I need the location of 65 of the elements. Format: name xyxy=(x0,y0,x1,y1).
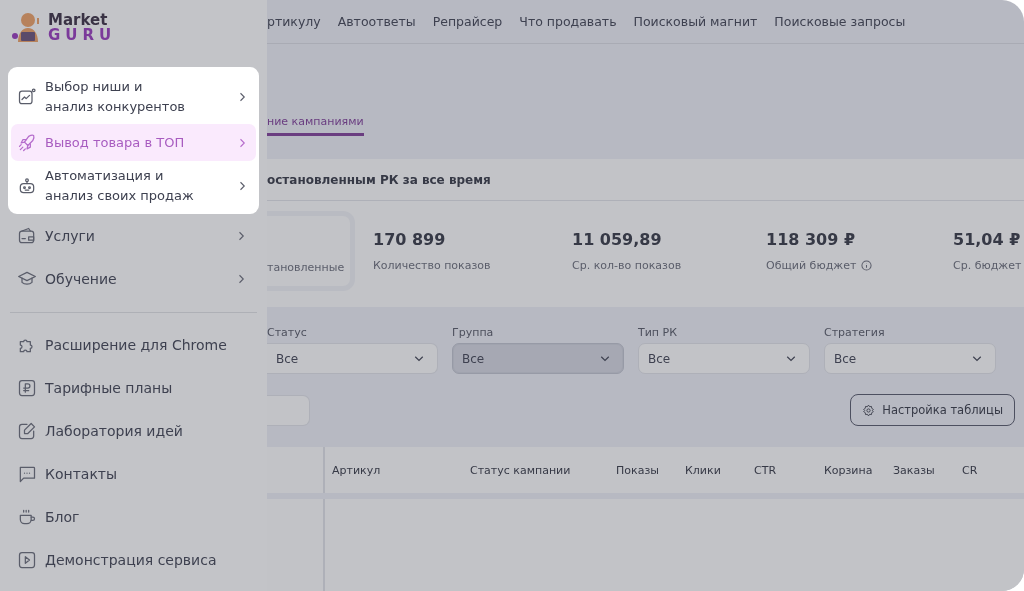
menu-item[interactable]: Вывод товара в ТОП xyxy=(11,124,256,161)
chevron-down-icon xyxy=(413,354,425,363)
chevron-right-icon xyxy=(238,136,246,149)
dropdown[interactable]: Все xyxy=(452,343,624,374)
sidebar-item[interactable]: Лаборатория идей xyxy=(8,409,259,452)
info-icon xyxy=(861,260,873,271)
chevron-right-icon xyxy=(238,91,246,103)
robot-icon xyxy=(17,176,37,196)
nav-link[interactable]: Поисковый магнит xyxy=(633,14,758,29)
dropdown[interactable]: Все xyxy=(824,343,996,374)
column-header: CR xyxy=(961,463,979,477)
tab[interactable]: ние кампаниями xyxy=(267,115,364,136)
stat-value: 118 309 ₽ xyxy=(766,230,857,249)
stat-label: Общий бюджет xyxy=(766,259,857,272)
sidebar-item[interactable]: Блог xyxy=(8,495,259,538)
chevron-right-icon xyxy=(238,180,246,192)
wallet-icon xyxy=(17,225,37,246)
sidebar-item[interactable]: Обучение xyxy=(8,257,259,300)
sidebar-item[interactable]: Расширение для Chrome xyxy=(8,323,259,366)
rocket-icon xyxy=(17,132,37,153)
logo-text: Market xyxy=(48,13,108,28)
sidebar-item[interactable]: Контакты xyxy=(8,452,259,495)
nav-link[interactable]: Репрайсер xyxy=(432,14,503,29)
stat-value: 170 899 xyxy=(373,230,447,249)
sidebar-item[interactable]: Тарифные планы xyxy=(8,366,259,409)
stat-value: 51,04 ₽ xyxy=(953,230,1022,249)
ruble-icon xyxy=(17,377,37,398)
stat-value: 11 059,89 xyxy=(572,230,663,249)
filter-label: Стратегия xyxy=(824,326,886,339)
nav-link[interactable]: Автоответы xyxy=(337,14,416,29)
logo-text: GURU xyxy=(48,28,117,43)
column-header: CTR xyxy=(753,463,778,477)
sidebar-item[interactable]: Демонстрация сервиса xyxy=(8,538,259,581)
stat-label: Ср. кол-во показов xyxy=(572,259,682,272)
dropdown[interactable]: Все xyxy=(638,343,810,374)
dropdown[interactable]: Все xyxy=(267,343,438,374)
pencil-icon xyxy=(17,420,37,441)
column-header: Заказы xyxy=(892,463,936,477)
column-header: Корзина xyxy=(823,463,874,477)
column-header: Статус кампании xyxy=(469,463,572,477)
play-icon xyxy=(17,549,37,570)
stat-label: Ср. бюджет xyxy=(953,259,1022,272)
column-header: Показы xyxy=(615,463,660,477)
nav-link[interactable]: Поисковые запросы xyxy=(774,14,906,29)
sidebar-item[interactable]: Услуги xyxy=(8,214,259,257)
menu-item[interactable]: Выбор ниши и анализ конкурентов xyxy=(11,70,256,124)
chevron-down-icon xyxy=(785,354,797,363)
filter-label: Группа xyxy=(452,326,495,339)
table-settings-button[interactable]: Настройка таблицы xyxy=(850,394,1015,426)
stat-box[interactable]: тановленные xyxy=(267,211,355,291)
chevron-right-icon xyxy=(237,272,245,285)
column-header: Артикул xyxy=(331,463,382,477)
column-header: Клики xyxy=(684,463,722,477)
nav-link[interactable]: ртикулу xyxy=(267,14,321,29)
filter-label: Статус xyxy=(267,326,308,339)
stat-label: Количество показов xyxy=(373,259,491,272)
filter-label: Тип РК xyxy=(638,326,678,339)
menu-item[interactable]: Автоматизация и анализ своих продаж xyxy=(11,161,256,211)
card-title: остановленным РК за все время xyxy=(267,172,491,187)
settings-icon xyxy=(862,403,876,417)
chevron-down-icon xyxy=(599,354,611,363)
chevron-down-icon xyxy=(971,354,983,363)
chevron-right-icon xyxy=(237,229,245,242)
chart-icon xyxy=(17,87,37,107)
nav-link[interactable]: Что продавать xyxy=(519,14,617,29)
